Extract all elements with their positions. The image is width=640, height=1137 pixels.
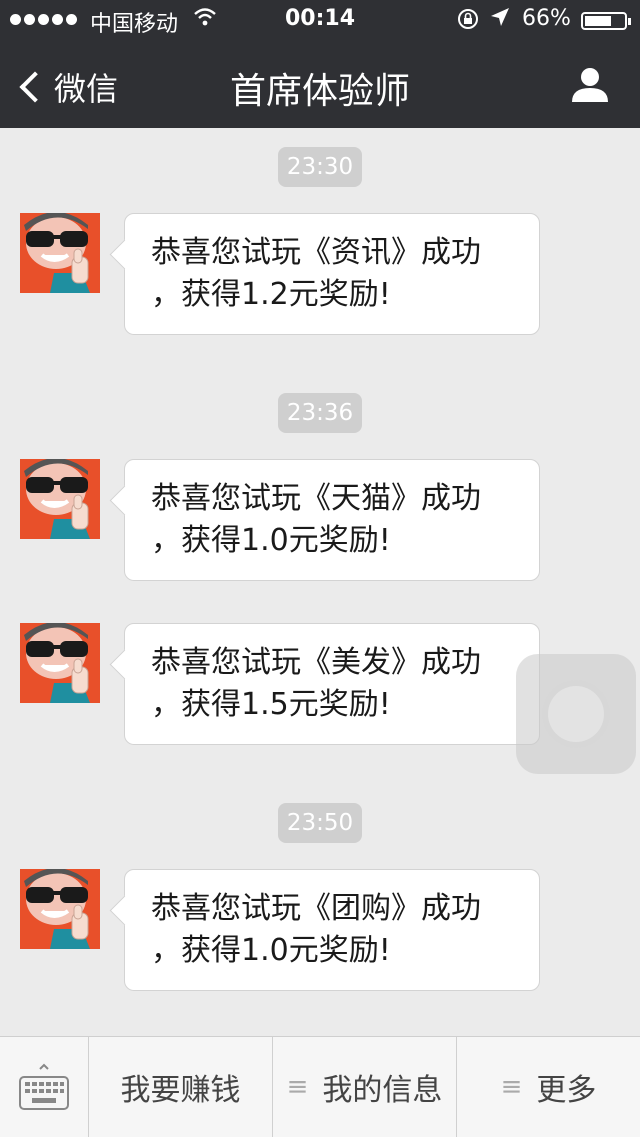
menu-label: 更多 — [536, 1073, 597, 1108]
message-line: 恭喜您试玩《天猫》成功 — [151, 481, 481, 516]
assistive-touch-button[interactable] — [516, 654, 636, 774]
timestamp-badge: 23:36 — [278, 393, 362, 433]
message-line: 恭喜您试玩《美发》成功 — [151, 645, 481, 680]
timestamp-badge: 23:30 — [278, 147, 362, 187]
nav-bar: 微信 首席体验师 — [0, 40, 640, 128]
message-bubble[interactable]: 恭喜您试玩《资讯》成功 ，获得1.2元奖励! — [124, 213, 540, 335]
submenu-icon: ≡ — [286, 1072, 309, 1102]
message-line: 恭喜您试玩《团购》成功 — [151, 891, 481, 926]
menu-label: 我的信息 — [322, 1073, 443, 1108]
location-icon — [489, 6, 511, 33]
battery-percent: 66% — [522, 6, 571, 31]
message-line: ，获得1.5元奖励! — [151, 687, 391, 722]
message-line: ，获得1.0元奖励! — [151, 523, 391, 558]
menu-label: 我要赚钱 — [120, 1073, 241, 1108]
keyboard-toggle-button[interactable] — [0, 1037, 89, 1137]
menu-item-more[interactable]: ≡ 更多 — [457, 1037, 640, 1137]
message-bubble[interactable]: 恭喜您试玩《天猫》成功 ，获得1.0元奖励! — [124, 459, 540, 581]
keyboard-icon — [19, 1063, 69, 1110]
top-bar: 中国移动 00:14 66% 微信 首席体验师 — [0, 0, 640, 128]
bottom-menu: 我要赚钱 ≡ 我的信息 ≡ 更多 — [0, 1036, 640, 1137]
menu-item-earn-money[interactable]: 我要赚钱 — [89, 1037, 273, 1137]
submenu-icon: ≡ — [500, 1072, 523, 1102]
message-line: ，获得1.2元奖励! — [151, 277, 391, 312]
message-line: ，获得1.0元奖励! — [151, 933, 391, 968]
avatar[interactable] — [20, 623, 100, 703]
assistive-touch-icon — [548, 686, 604, 742]
avatar[interactable] — [20, 213, 100, 293]
message-line: 恭喜您试玩《资讯》成功 — [151, 235, 481, 270]
rotation-lock-icon — [456, 7, 480, 36]
message-bubble[interactable]: 恭喜您试玩《团购》成功 ，获得1.0元奖励! — [124, 869, 540, 991]
page-title: 首席体验师 — [229, 71, 410, 112]
battery-icon — [581, 12, 631, 30]
timestamp-badge: 23:50 — [278, 803, 362, 843]
message-bubble[interactable]: 恭喜您试玩《美发》成功 ，获得1.5元奖励! — [124, 623, 540, 745]
status-bar: 中国移动 00:14 66% — [0, 0, 640, 40]
avatar[interactable] — [20, 869, 100, 949]
profile-icon[interactable] — [570, 64, 610, 104]
menu-item-my-info[interactable]: ≡ 我的信息 — [273, 1037, 457, 1137]
avatar[interactable] — [20, 459, 100, 539]
